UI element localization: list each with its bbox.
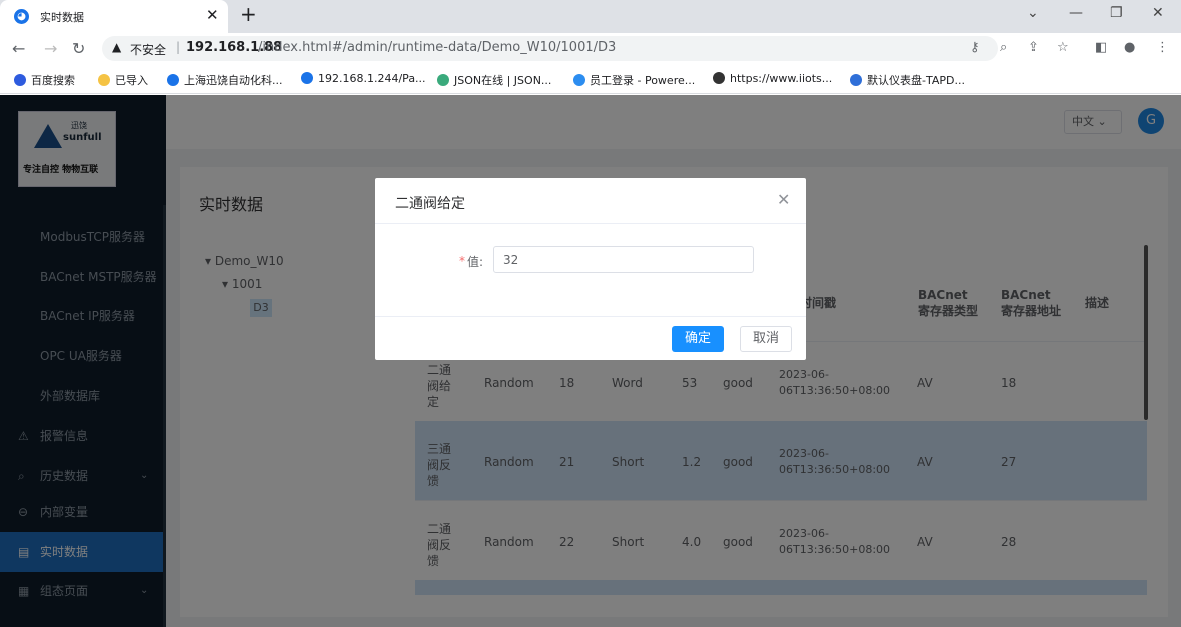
window-close-icon[interactable]: ✕ xyxy=(1152,5,1164,21)
bookmark-item[interactable]: 默认仪表盘-TAPD... xyxy=(850,72,965,88)
dialog-divider xyxy=(375,223,806,224)
bookmark-icon xyxy=(98,74,110,86)
share-icon[interactable]: ⇪ xyxy=(1028,40,1039,55)
back-icon[interactable]: ← xyxy=(12,39,25,58)
bookmark-item[interactable]: 上海迅饶自动化科... xyxy=(167,72,283,88)
bookmark-item[interactable]: 员工登录 - Powere... xyxy=(573,72,695,88)
bookmark-item[interactable]: 192.168.1.244/Pa... xyxy=(301,72,426,85)
side-panel-icon[interactable]: ◧ xyxy=(1095,40,1107,55)
new-tab-icon[interactable]: + xyxy=(240,2,257,26)
restore-icon[interactable]: ❐ xyxy=(1110,5,1123,21)
tab-close-icon[interactable]: ✕ xyxy=(206,6,219,24)
confirm-button[interactable]: 确定 xyxy=(672,326,724,352)
bookmark-label: JSON在线 | JSON... xyxy=(454,74,552,87)
bookmark-label: https://www.iiots... xyxy=(730,72,833,85)
bookmark-label: 百度搜索 xyxy=(31,74,75,87)
bookmark-icon xyxy=(713,72,725,84)
star-icon[interactable]: ☆ xyxy=(1057,40,1069,55)
bookmark-icon xyxy=(167,74,179,86)
bookmark-item[interactable]: JSON在线 | JSON... xyxy=(437,72,551,88)
warning-icon[interactable]: ▲ xyxy=(112,40,121,54)
address-separator: | xyxy=(176,40,181,54)
bookmark-item[interactable]: https://www.iiots... xyxy=(713,72,832,85)
bookmark-label: 员工登录 - Powere... xyxy=(590,74,696,87)
profile-icon[interactable]: ● xyxy=(1124,40,1135,55)
bookmark-icon xyxy=(573,74,585,86)
modal-overlay[interactable] xyxy=(0,95,1181,627)
bookmark-icon xyxy=(301,72,313,84)
reload-icon[interactable]: ↻ xyxy=(72,39,85,58)
value-input[interactable] xyxy=(493,246,754,273)
bookmark-label: 已导入 xyxy=(115,74,148,87)
bookmark-label: 192.168.1.244/Pa... xyxy=(318,72,426,85)
dialog-footer-divider xyxy=(375,316,806,317)
browser-tab[interactable] xyxy=(0,0,228,33)
bookmark-item[interactable]: 百度搜索 xyxy=(14,72,75,88)
edit-value-dialog: 二通阀给定 ✕ * 值: 确定 取消 xyxy=(375,178,806,360)
dialog-title: 二通阀给定 xyxy=(395,196,465,212)
url-path[interactable]: /index.html#/admin/runtime-data/Demo_W10… xyxy=(258,40,616,55)
required-mark: * xyxy=(459,254,465,268)
menu-kebab-icon[interactable]: ⋮ xyxy=(1156,40,1169,55)
tab-favicon-icon: ◕ xyxy=(14,9,29,24)
bookmark-icon xyxy=(14,74,26,86)
tab-search-icon[interactable]: ⌄ xyxy=(1027,5,1039,21)
bookmark-icon xyxy=(850,74,862,86)
cancel-button[interactable]: 取消 xyxy=(740,326,792,352)
forward-icon[interactable]: → xyxy=(44,39,57,58)
bookmark-label: 上海迅饶自动化科... xyxy=(184,74,283,87)
key-icon[interactable]: ⚷ xyxy=(970,40,980,55)
close-icon[interactable]: ✕ xyxy=(777,190,790,209)
tab-title: 实时数据 xyxy=(40,11,84,24)
bookmark-icon xyxy=(437,74,449,86)
value-label: 值: xyxy=(467,255,484,269)
zoom-icon[interactable]: ⌕ xyxy=(1000,40,1007,55)
minimize-icon[interactable]: — xyxy=(1069,5,1083,21)
bookmark-label: 默认仪表盘-TAPD... xyxy=(867,74,965,87)
insecure-label[interactable]: 不安全 xyxy=(130,41,166,58)
bookmark-item[interactable]: 已导入 xyxy=(98,72,148,88)
